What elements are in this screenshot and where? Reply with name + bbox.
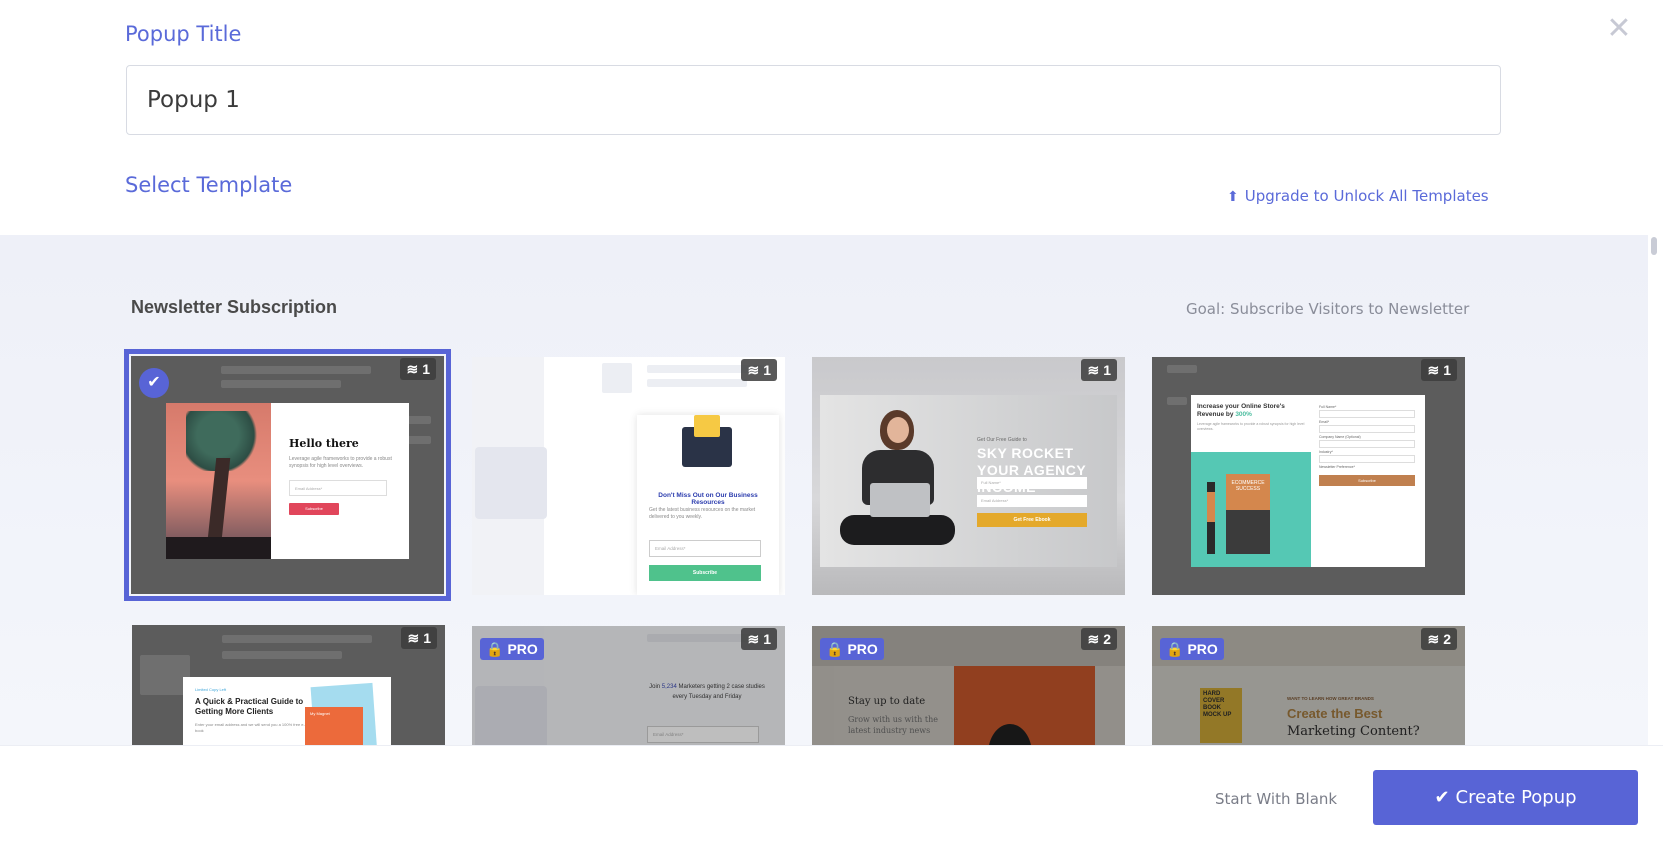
preview-button: Get Free Ebook — [977, 513, 1087, 527]
template-card[interactable]: Hello there Leverage agile frameworks to… — [124, 349, 451, 601]
layers-count: 1 — [763, 631, 771, 647]
scrollbar-thumb[interactable] — [1651, 237, 1657, 255]
create-popup-page: Popup Title ✕ Select Template ⬆ Upgrade t… — [0, 0, 1663, 842]
check-icon: ✔ — [139, 368, 169, 398]
lock-icon: 🔒 — [826, 641, 844, 657]
template-card[interactable]: Don't Miss Out on Our Business Resources… — [472, 357, 785, 595]
template-preview: Hello there Leverage agile frameworks to… — [166, 403, 409, 559]
create-popup-label: Create Popup — [1455, 787, 1577, 808]
popup-title-label: Popup Title — [125, 22, 242, 46]
preview-heading: A Quick & Practical Guide to Getting Mor… — [195, 697, 304, 716]
template-card[interactable]: Increase your Online Store's Revenue by … — [1152, 357, 1465, 595]
preview-kicker: Get Our Free Guide to — [977, 437, 1027, 443]
check-icon: ✔ — [1434, 787, 1450, 808]
form-label: Industry* — [1319, 450, 1333, 454]
layers-icon: ≋ — [747, 631, 760, 647]
preview-text: Get the latest business resources on the… — [649, 507, 756, 520]
layers-badge: ≋ 1 — [741, 359, 777, 381]
category-title: Newsletter Subscription — [131, 297, 338, 317]
layers-icon: ≋ — [1427, 631, 1440, 647]
preview-kicker: Limited Copy Left — [195, 687, 227, 692]
template-card[interactable]: Get Our Free Guide to SKY ROCKET YOUR AG… — [812, 357, 1125, 595]
form-label: Full Name* — [1319, 405, 1337, 409]
layers-badge: ≋ 1 — [400, 358, 436, 380]
layers-count: 1 — [423, 630, 431, 646]
pro-badge: 🔒 PRO — [820, 638, 884, 660]
create-popup-button[interactable]: ✔ Create Popup — [1373, 770, 1638, 825]
layers-badge: ≋ 1 — [401, 627, 437, 649]
upgrade-link[interactable]: ⬆ Upgrade to Unlock All Templates — [1227, 187, 1489, 205]
layers-badge: ≋ 1 — [741, 628, 777, 650]
close-icon[interactable]: ✕ — [1604, 14, 1634, 44]
category-goal: Goal: Subscribe Visitors to Newsletter — [1186, 300, 1470, 318]
preview-heading: Hello there — [289, 437, 359, 450]
lock-icon: 🔒 — [1166, 641, 1184, 657]
preview-button: Subscribe — [649, 565, 761, 581]
arrow-up-icon: ⬆ — [1227, 189, 1239, 205]
preview-input: Email Address* — [977, 495, 1087, 507]
layers-count: 1 — [1103, 362, 1111, 378]
woman-with-laptop-photo — [840, 405, 955, 565]
layers-icon: ≋ — [747, 362, 760, 378]
image-placeholder-icon — [475, 447, 547, 519]
start-with-blank-button[interactable]: Start With Blank — [1215, 790, 1337, 808]
pro-badge: 🔒 PRO — [480, 638, 544, 660]
form-label: Email* — [1319, 420, 1330, 424]
form-label: Company Name (Optional) — [1319, 435, 1361, 439]
layers-icon: ≋ — [406, 361, 419, 377]
layers-icon: ≋ — [1087, 362, 1100, 378]
template-preview: Increase your Online Store's Revenue by … — [1191, 395, 1425, 567]
layers-count: 1 — [422, 361, 430, 377]
layers-count: 2 — [1103, 631, 1111, 647]
layers-badge: ≋ 2 — [1421, 628, 1457, 650]
layers-icon: ≋ — [1087, 631, 1100, 647]
preview-input: Email Address* — [649, 540, 761, 557]
layers-badge: ≋ 2 — [1081, 628, 1117, 650]
popup-title-input[interactable] — [126, 65, 1501, 135]
header: Popup Title ✕ Select Template ⬆ Upgrade t… — [0, 0, 1663, 235]
preview-input: Email Address* — [289, 480, 387, 496]
template-preview: Don't Miss Out on Our Business Resources… — [637, 415, 779, 595]
lock-icon: 🔒 — [486, 641, 504, 657]
layers-count: 2 — [1443, 631, 1451, 647]
preview-heading: Increase your Online Store's Revenue by … — [1197, 403, 1285, 418]
preview-heading: Don't Miss Out on Our Business Resources — [658, 492, 758, 506]
book-title: ECOMMERCE SUCCESS — [1226, 474, 1270, 510]
layers-badge: ≋ 1 — [1081, 359, 1117, 381]
select-template-label: Select Template — [125, 173, 293, 197]
preview-text: Leverage agile frameworks to provide a r… — [289, 456, 392, 469]
preview-button: Subscribe — [289, 503, 339, 515]
envelope-illustration — [682, 415, 732, 467]
template-preview: Get Our Free Guide to SKY ROCKET YOUR AG… — [820, 395, 1117, 567]
layers-count: 1 — [1443, 362, 1451, 378]
book-illustration: ECOMMERCE SUCCESS — [1191, 452, 1311, 567]
layers-count: 1 — [763, 362, 771, 378]
layers-icon: ≋ — [1427, 362, 1440, 378]
preview-button: Subscribe — [1319, 475, 1415, 486]
preview-input: Full Name* — [977, 477, 1087, 489]
upgrade-link-label: Upgrade to Unlock All Templates — [1244, 187, 1489, 205]
forest-illustration — [166, 403, 271, 559]
preview-text: Leverage agile frameworks to provide a r… — [1197, 422, 1305, 431]
layers-icon: ≋ — [407, 630, 420, 646]
layers-badge: ≋ 1 — [1421, 359, 1457, 381]
form-label: Newsletter Preference* — [1319, 465, 1355, 469]
pro-badge: 🔒 PRO — [1160, 638, 1224, 660]
preview-text: Enter your email address and we will sen… — [195, 722, 305, 733]
